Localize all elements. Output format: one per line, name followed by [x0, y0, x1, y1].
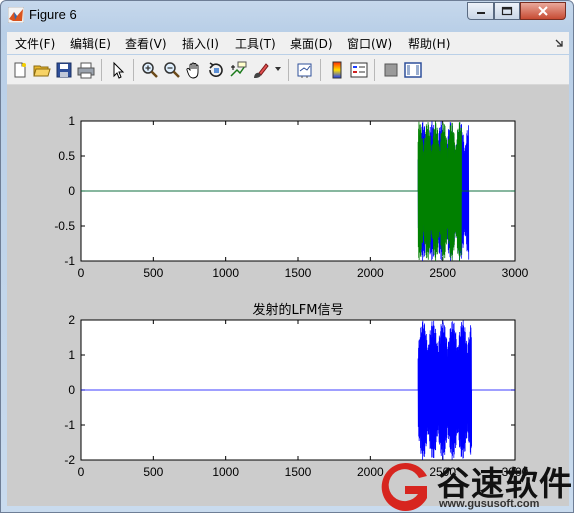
- figure-canvas[interactable]: 0 500 1000 1500 2000 2500 3000 -1 -0.5 0 0.5 1 发射的LF…: [7, 85, 569, 506]
- x-tick-label: 500: [143, 266, 163, 280]
- y-tick-label: -1: [64, 418, 75, 432]
- toolbar-separator: [320, 59, 321, 81]
- x-tick-label: 0: [78, 465, 85, 479]
- menu-insert[interactable]: 插入(I): [182, 35, 219, 52]
- y-tick-label: 0: [68, 184, 75, 198]
- chevron-down-icon[interactable]: [275, 66, 282, 72]
- maximize-button[interactable]: [494, 2, 520, 20]
- new-figure-icon[interactable]: [11, 61, 29, 79]
- x-tick-label: 2000: [357, 266, 384, 280]
- x-tick-label: 500: [143, 465, 163, 479]
- watermark-logo: [381, 463, 427, 511]
- toolbar: [7, 55, 569, 85]
- menu-help[interactable]: 帮助(H): [408, 35, 450, 52]
- minimize-icon: [476, 12, 485, 14]
- x-tick-label: 3000: [502, 266, 529, 280]
- legend-icon[interactable]: [350, 61, 368, 79]
- menu-edit[interactable]: 编辑(E): [70, 35, 111, 52]
- open-file-icon[interactable]: [33, 61, 51, 79]
- x-tick-label: 1500: [285, 465, 312, 479]
- maximize-icon: [501, 6, 513, 16]
- close-icon: [538, 6, 548, 16]
- x-tick-label: 1500: [285, 266, 312, 280]
- pointer-icon[interactable]: [109, 61, 127, 79]
- colorbar-icon[interactable]: [328, 61, 346, 79]
- x-tick-label: 2500: [429, 266, 456, 280]
- save-icon[interactable]: [55, 61, 73, 79]
- show-plot-tools-icon[interactable]: [404, 61, 422, 79]
- y-tick-label: -1: [64, 254, 75, 268]
- x-tick-label: 1000: [212, 465, 239, 479]
- toolbar-separator: [101, 59, 102, 81]
- y-tick-label: 2: [68, 313, 75, 327]
- y-tick-label: 0.5: [58, 149, 75, 163]
- menu-file[interactable]: 文件(F): [15, 35, 55, 52]
- zoom-out-icon[interactable]: [163, 61, 181, 79]
- print-icon[interactable]: [77, 61, 95, 79]
- watermark-url: www.gususoft.com: [439, 498, 540, 510]
- brush-icon[interactable]: [251, 61, 269, 79]
- hide-plot-tools-icon[interactable]: [382, 61, 400, 79]
- data-cursor-icon[interactable]: [229, 61, 247, 79]
- y-tick-label: 1: [68, 348, 75, 362]
- menu-view[interactable]: 查看(V): [125, 35, 167, 52]
- toolbar-separator: [374, 59, 375, 81]
- y-tick-label: -0.5: [54, 219, 75, 233]
- window-title: Figure 6: [29, 7, 77, 22]
- figure-window: Figure 6 文件(F) 编辑(E) 查看(V) 插入(I) 工具(T) 桌…: [0, 0, 574, 513]
- y-tick-label: 0: [68, 383, 75, 397]
- y-tick-label: -2: [64, 453, 75, 467]
- link-icon[interactable]: [296, 61, 314, 79]
- dock-arrow-icon[interactable]: [554, 38, 564, 48]
- figure-plots[interactable]: 0 500 1000 1500 2000 2500 3000-1-0.500.51发射的LF…: [7, 85, 569, 506]
- menu-desktop[interactable]: 桌面(D): [290, 35, 333, 52]
- matlab-icon: [8, 7, 24, 23]
- close-button[interactable]: [520, 2, 566, 20]
- minimize-button[interactable]: [467, 2, 494, 20]
- toolbar-separator: [133, 59, 134, 81]
- rotate-3d-icon[interactable]: [207, 61, 225, 79]
- toolbar-separator: [288, 59, 289, 81]
- menu-bar: 文件(F) 编辑(E) 查看(V) 插入(I) 工具(T) 桌面(D) 窗口(W…: [7, 32, 569, 54]
- menu-window[interactable]: 窗口(W): [347, 35, 392, 52]
- pan-icon[interactable]: [185, 61, 203, 79]
- axes-title: 发射的LFM信号: [253, 302, 344, 318]
- x-tick-label: 0: [78, 266, 85, 280]
- zoom-in-icon[interactable]: [141, 61, 159, 79]
- y-tick-label: 1: [68, 114, 75, 128]
- menu-tools[interactable]: 工具(T): [235, 35, 276, 52]
- x-tick-label: 1000: [212, 266, 239, 280]
- title-bar[interactable]: Figure 6: [1, 1, 573, 31]
